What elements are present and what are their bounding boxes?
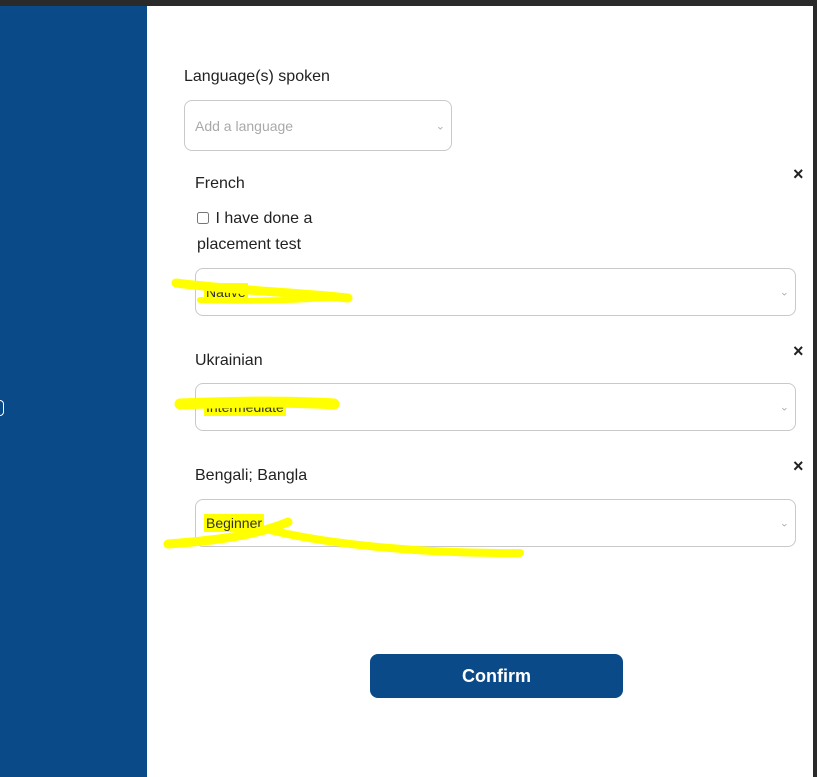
remove-ukrainian-button[interactable]: × <box>793 342 804 360</box>
language-name-ukrainian: Ukrainian <box>195 352 263 369</box>
ukrainian-level-select[interactable]: Intermediate ⌄ <box>195 383 796 431</box>
language-name-bengali: Bengali; Bangla <box>195 467 308 484</box>
confirm-button[interactable]: Confirm <box>370 654 623 698</box>
ukrainian-level-value: Intermediate <box>204 398 286 416</box>
french-level-value: Native <box>204 283 248 301</box>
language-name-french: French <box>195 175 245 192</box>
bengali-level-select[interactable]: Beginner ⌄ <box>195 499 796 547</box>
partial-glyph <box>0 400 4 416</box>
remove-bengali-button[interactable]: × <box>793 457 804 475</box>
chevron-down-icon: ⌄ <box>435 120 445 132</box>
remove-french-button[interactable]: × <box>793 165 804 183</box>
left-sidebar <box>0 6 147 777</box>
add-language-placeholder: Add a language <box>195 117 294 134</box>
french-level-select[interactable]: Native ⌄ <box>195 268 796 316</box>
bengali-level-value: Beginner <box>204 514 265 532</box>
chevron-down-icon: ⌄ <box>779 517 789 530</box>
chevron-down-icon: ⌄ <box>779 401 789 414</box>
languages-label: Language(s) spoken <box>184 68 330 85</box>
placement-test-label: I have done a placement test <box>197 210 313 253</box>
placement-test-checkbox[interactable] <box>197 212 209 224</box>
add-language-select[interactable]: Add a language ⌄ <box>184 100 452 151</box>
chevron-down-icon: ⌄ <box>779 286 789 299</box>
language-form: Language(s) spoken Add a language ⌄ Fren… <box>147 6 813 777</box>
placement-test-row: I have done a placement test <box>197 206 337 258</box>
